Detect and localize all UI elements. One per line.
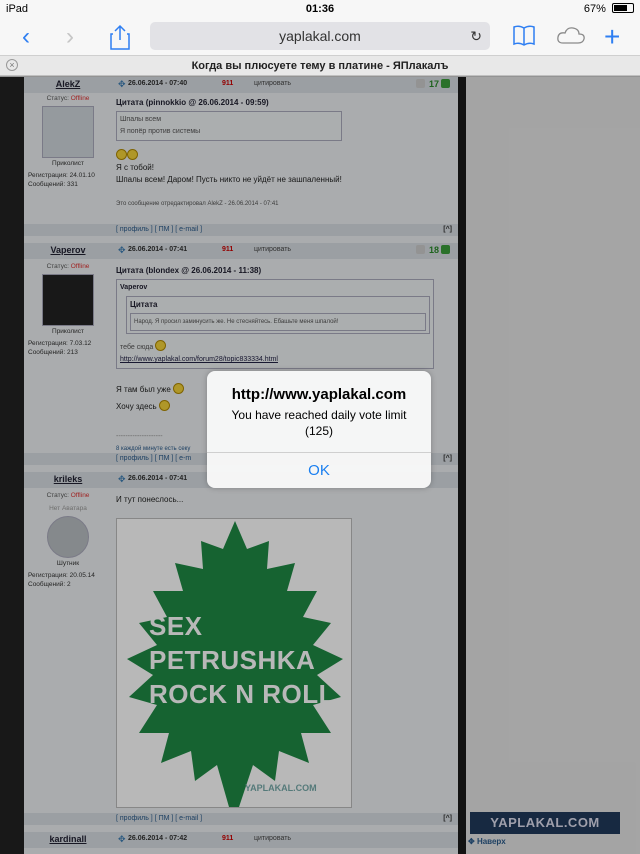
new-tab-icon[interactable]: + <box>604 23 620 51</box>
address-bar[interactable]: yaplakal.com ↻ <box>150 22 490 50</box>
forward-arrow-icon[interactable]: › <box>66 24 74 50</box>
alert-title: http://www.yaplakal.com <box>231 386 407 403</box>
status-bar: iPad 01:36 67% <box>0 0 640 20</box>
battery-indicator: 67% <box>584 3 634 15</box>
ok-button[interactable]: OK <box>207 453 431 488</box>
alert-dialog: http://www.yaplakal.com You have reached… <box>207 371 431 488</box>
back-arrow-icon[interactable]: ‹ <box>22 24 30 50</box>
share-icon[interactable] <box>110 24 130 50</box>
tab-bar: × Когда вы плюсуете тему в платине - ЯПл… <box>0 56 640 76</box>
bookmarks-icon[interactable] <box>512 24 536 50</box>
battery-percent: 67% <box>583 3 606 15</box>
battery-icon <box>612 3 634 13</box>
tab-title[interactable]: Когда вы плюсуете тему в платине - ЯПлак… <box>0 60 640 72</box>
browser-toolbar: ‹ › yaplakal.com ↻ + <box>0 20 640 56</box>
clock: 01:36 <box>305 3 335 15</box>
reload-icon[interactable]: ↻ <box>470 22 482 50</box>
url-text: yaplakal.com <box>279 28 361 44</box>
icloud-tabs-icon[interactable] <box>556 24 586 50</box>
alert-message: You have reached daily vote limit (125) <box>231 408 407 438</box>
